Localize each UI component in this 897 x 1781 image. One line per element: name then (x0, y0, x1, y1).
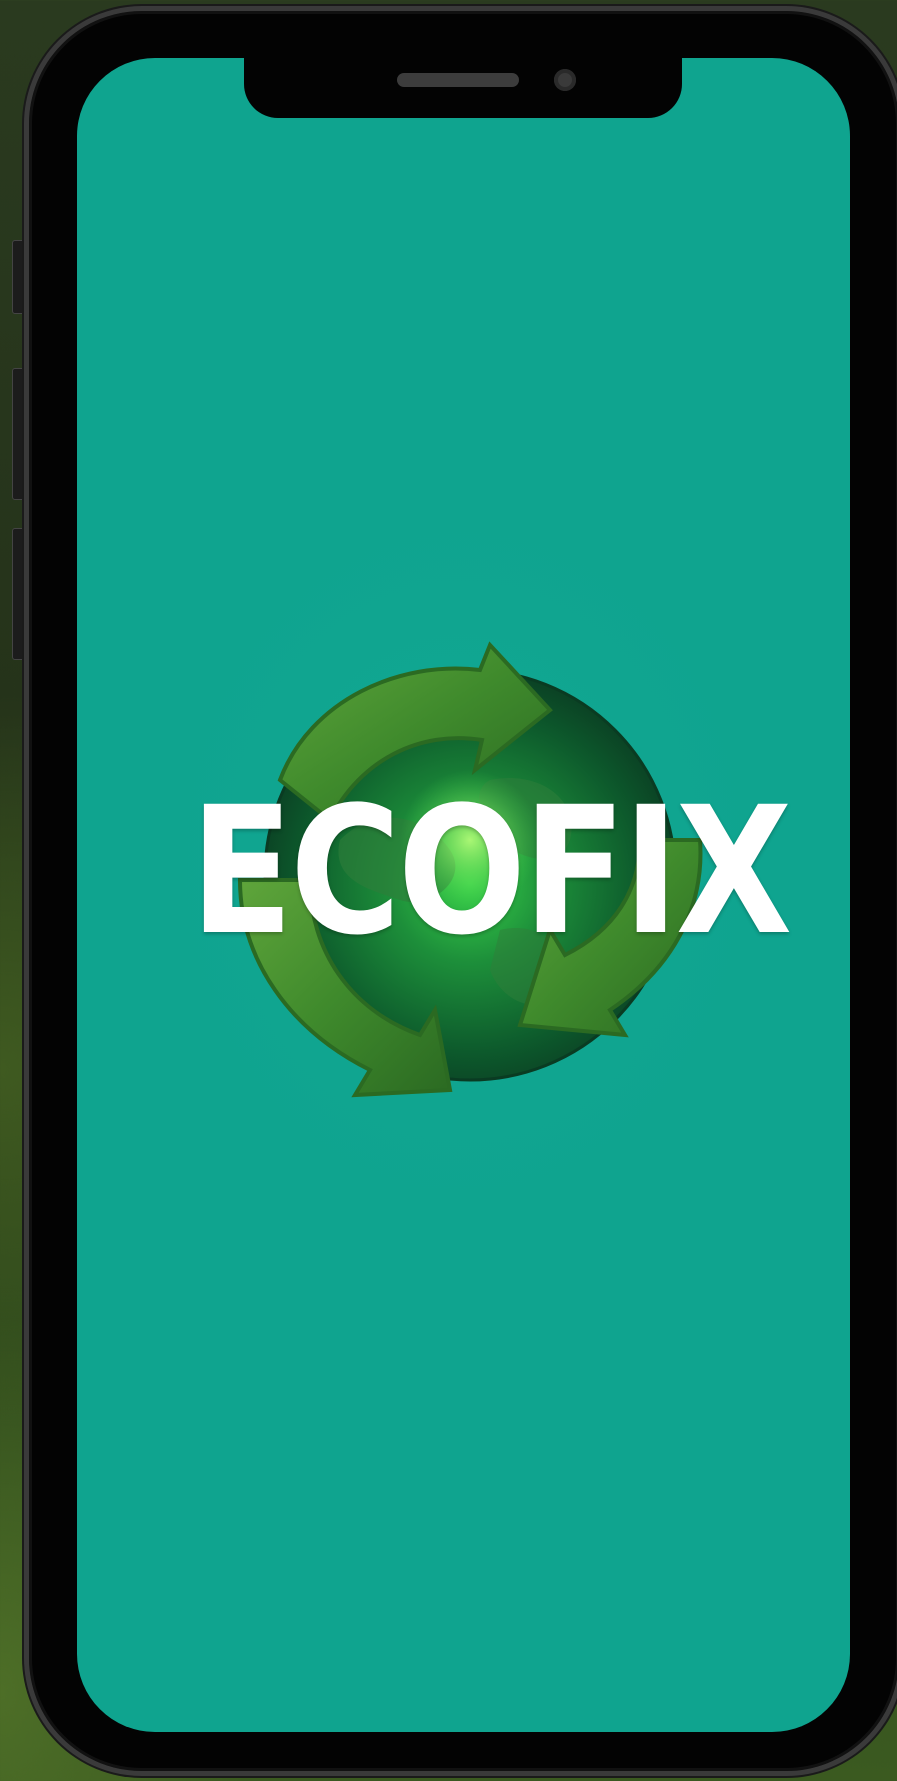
speaker-grille (397, 73, 519, 87)
front-camera (554, 69, 576, 91)
notch (244, 58, 682, 118)
app-logo-text: ECOFIX (190, 769, 792, 974)
